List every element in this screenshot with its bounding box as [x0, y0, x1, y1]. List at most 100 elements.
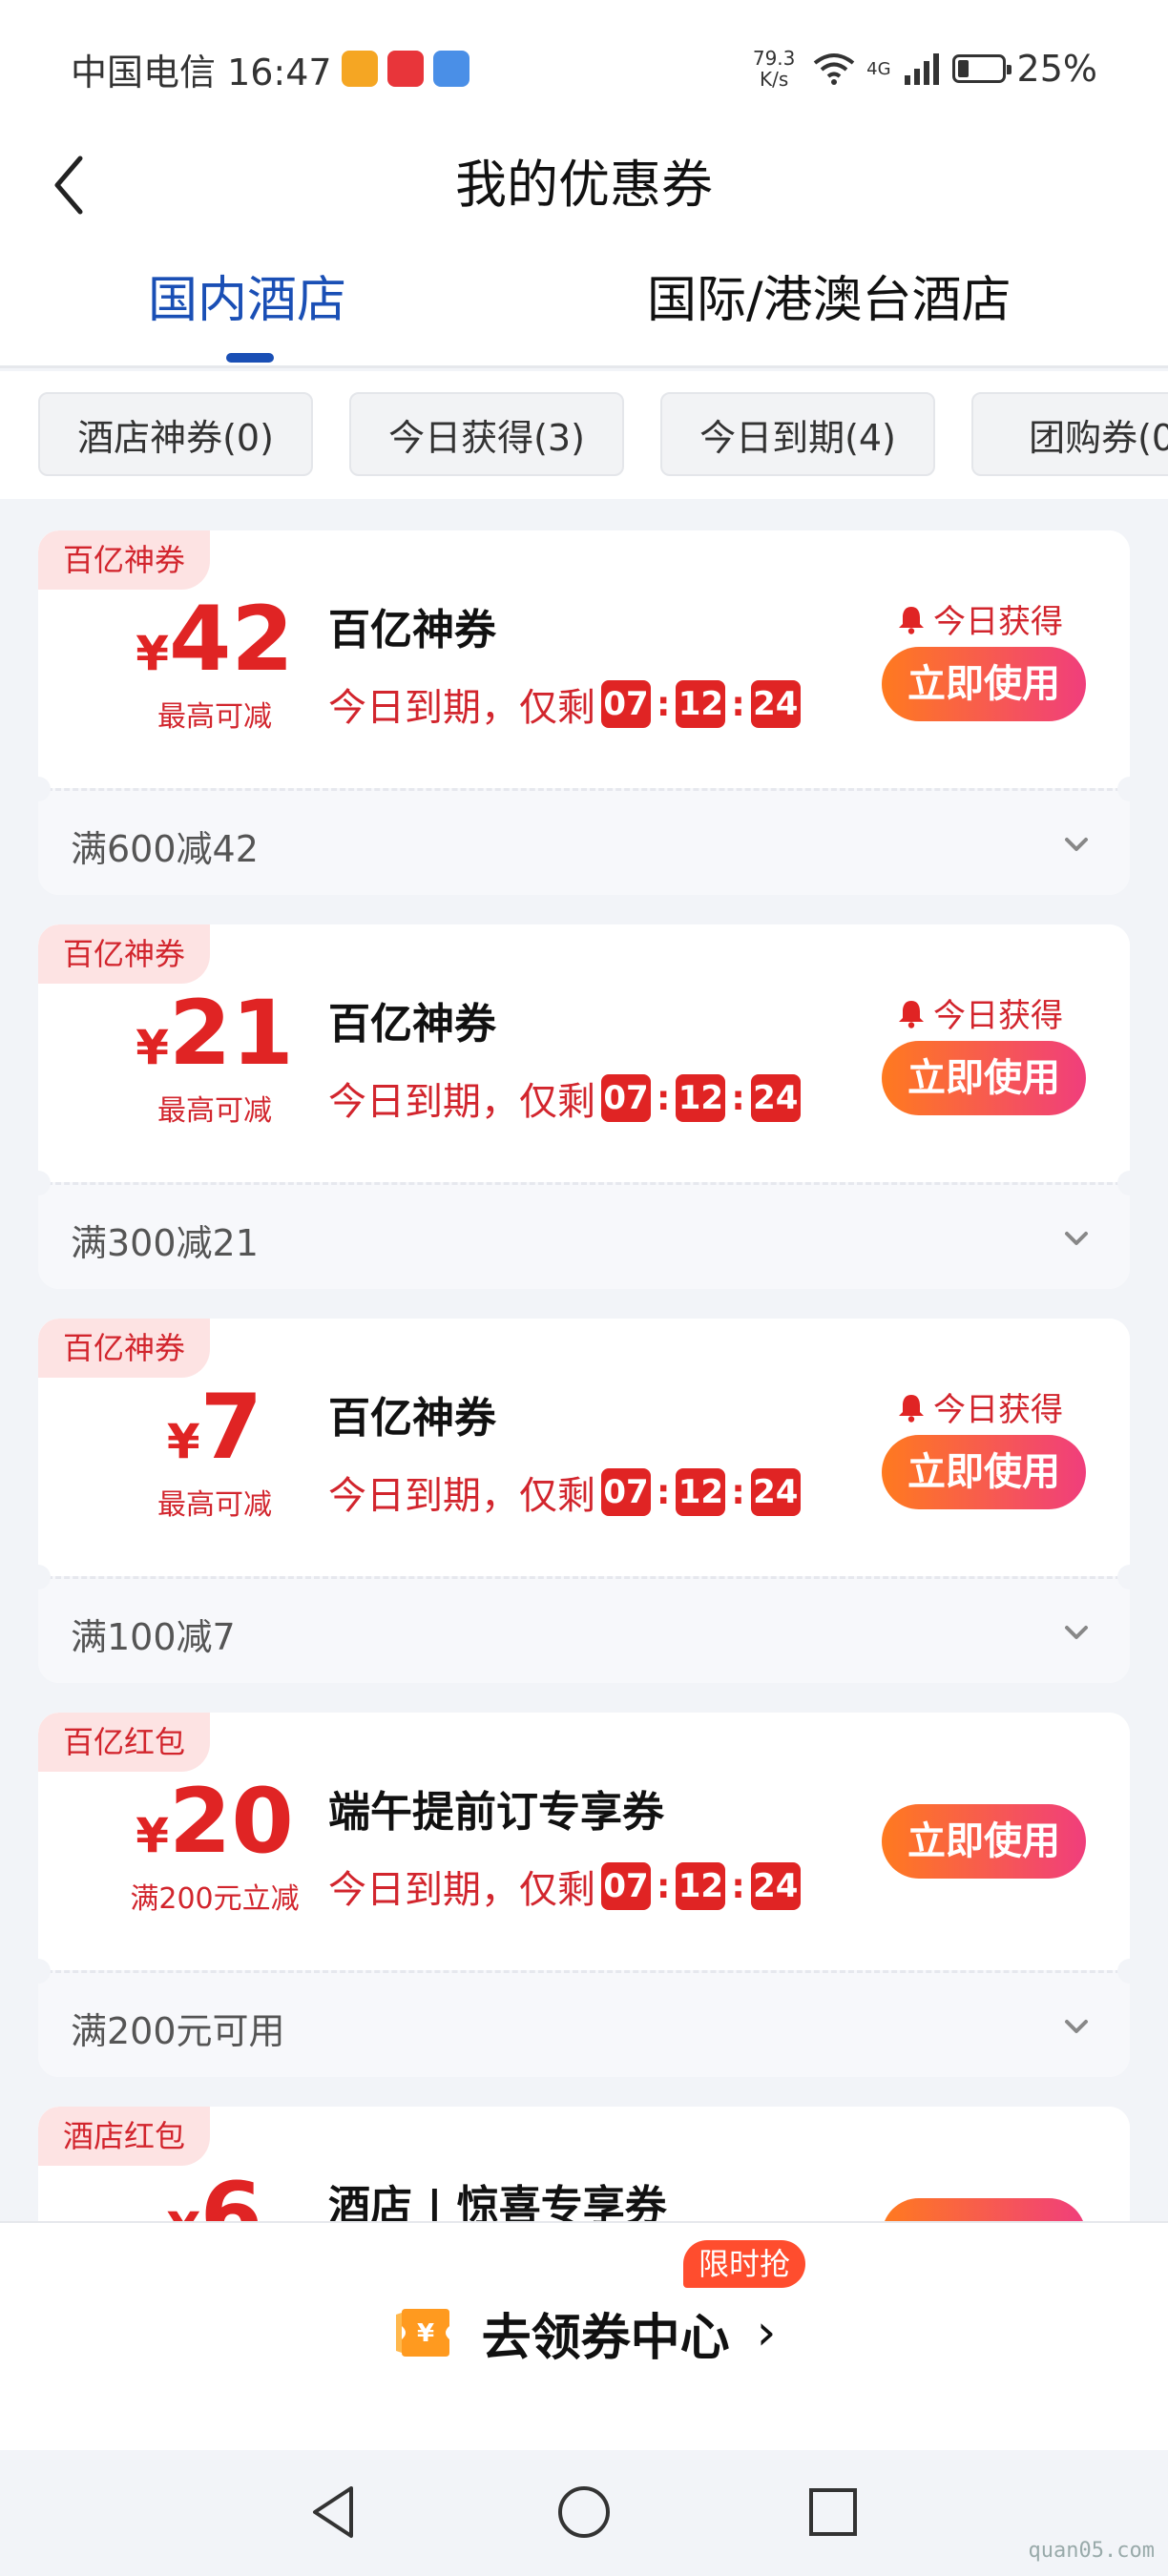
coupon-title: 端午提前订专享券 — [328, 1788, 664, 1837]
coupon-amount: ¥21 — [76, 982, 353, 1087]
net-speed-unit: K/s — [759, 68, 789, 91]
coupon-tag: 百亿神券 — [38, 924, 211, 984]
countdown-separator: : — [731, 1472, 745, 1512]
status-right: 79.3 K/s 4G 25% — [746, 42, 1097, 95]
weibo-app-icon — [341, 51, 378, 87]
signal-label: 4G — [866, 58, 891, 79]
amount-value: 21 — [168, 982, 294, 1086]
use-now-button[interactable]: 立即使用 — [882, 1804, 1086, 1879]
system-navigation-bar: quan05.com — [0, 2450, 1168, 2576]
countdown-seconds: 24 — [750, 1468, 801, 1516]
active-tab-indicator — [226, 353, 274, 363]
coupon-condition: 满100减7 — [71, 1616, 236, 1658]
countdown-minutes: 12 — [676, 1862, 726, 1910]
amount-note: 最高可减 — [157, 1094, 272, 1128]
currency-symbol: ¥ — [136, 1020, 169, 1075]
coupon-title: 百亿神券 — [328, 606, 496, 654]
chevron-down-icon — [1065, 2020, 1088, 2033]
tab-international-hotels[interactable]: 国际/港澳台酒店 — [647, 267, 1012, 334]
header: 我的优惠券 — [0, 134, 1168, 239]
battery-icon — [951, 54, 1012, 83]
nav-home-icon[interactable] — [553, 2481, 615, 2544]
expiry-text: 今日到期，仅剩 — [328, 1474, 595, 1518]
coupon-card-main: 百亿红包 ¥20 满200元立减 端午提前订专享券 今日到期，仅剩 07 : 1… — [38, 1713, 1130, 1970]
filter-chip-hotel-coupon[interactable]: 酒店神券(0) — [38, 392, 313, 476]
watermark: quan05.com — [1028, 2539, 1155, 2563]
countdown-seconds: 24 — [750, 1074, 801, 1122]
countdown-separator: : — [657, 1866, 671, 1906]
coupon-tag: 百亿神券 — [38, 1319, 211, 1378]
coupon-amount: ¥42 — [76, 588, 353, 693]
bell-icon — [899, 606, 924, 634]
wifi-icon — [813, 53, 855, 85]
coupon-card: 百亿神券 ¥42 最高可减 百亿神券 今日到期，仅剩 07 : 12 : 24 … — [38, 530, 1130, 895]
bell-icon — [899, 1000, 924, 1028]
status-left: 中国电信 16:47 — [71, 42, 469, 95]
coupon-condition: 满600减42 — [71, 828, 259, 870]
chevron-down-icon — [1065, 1626, 1088, 1639]
nav-back-icon[interactable] — [303, 2481, 366, 2544]
use-now-button[interactable]: 立即使用 — [882, 1041, 1086, 1115]
coupon-condition-row[interactable]: 满300减21 — [38, 1182, 1130, 1289]
coupon-tag: 百亿神券 — [38, 530, 211, 590]
coupon-card: 百亿神券 ¥7 最高可减 百亿神券 今日到期，仅剩 07 : 12 : 24 今… — [38, 1319, 1130, 1683]
tab-domestic-hotels[interactable]: 国内酒店 — [148, 267, 346, 334]
currency-symbol: ¥ — [136, 626, 169, 681]
countdown-hours: 07 — [601, 680, 651, 728]
countdown-minutes: 12 — [676, 1468, 726, 1516]
weather-app-icon — [432, 51, 469, 87]
coupon-card-main: 百亿神券 ¥7 最高可减 百亿神券 今日到期，仅剩 07 : 12 : 24 今… — [38, 1319, 1130, 1576]
today-obtained-label: 今日获得 — [933, 603, 1063, 641]
coupon-center-link[interactable]: ¥ 去领券中心 › — [0, 2280, 1168, 2385]
currency-symbol: ¥ — [166, 1414, 200, 1469]
coupon-card: 百亿红包 ¥20 满200元立减 端午提前订专享券 今日到期，仅剩 07 : 1… — [38, 1713, 1130, 2077]
nav-recents-icon[interactable] — [802, 2481, 865, 2544]
expiry-text: 今日到期，仅剩 — [328, 686, 595, 730]
use-now-button[interactable]: 立即使用 — [882, 1435, 1086, 1509]
countdown-separator: : — [657, 1078, 671, 1118]
chevron-right-icon: › — [756, 2304, 777, 2361]
countdown-minutes: 12 — [676, 1074, 726, 1122]
coupon-title: 百亿神券 — [328, 1000, 496, 1049]
amount-value: 7 — [199, 1376, 263, 1480]
use-now-button[interactable]: 立即使用 — [882, 647, 1086, 721]
coupon-amount: ¥7 — [76, 1376, 353, 1481]
chevron-down-icon — [1065, 838, 1088, 851]
expiry-text: 今日到期，仅剩 — [328, 1868, 595, 1912]
countdown-separator: : — [731, 1866, 745, 1906]
network-speed: 79.3 K/s — [746, 48, 802, 90]
coupon-condition-row[interactable]: 满100减7 — [38, 1576, 1130, 1683]
svg-text:¥: ¥ — [417, 2319, 434, 2348]
expiry-countdown: 今日到期，仅剩 07 : 12 : 24 — [328, 1859, 801, 1913]
countdown-separator: : — [657, 684, 671, 724]
amount-value: 20 — [168, 1770, 294, 1874]
coupon-filter-bar: 酒店神券(0) 今日获得(3) 今日到期(4) 团购券(0) — [0, 371, 1168, 499]
signal-icon — [904, 53, 939, 85]
coupon-card-main: 百亿神券 ¥21 最高可减 百亿神券 今日到期，仅剩 07 : 12 : 24 … — [38, 924, 1130, 1182]
today-obtained-badge: 今日获得 — [897, 989, 1063, 1036]
bell-icon — [899, 1394, 924, 1423]
filter-chip-obtained-today[interactable]: 今日获得(3) — [349, 392, 624, 476]
coupon-amount: ¥20 — [76, 1770, 353, 1875]
today-obtained-badge: 今日获得 — [897, 1383, 1063, 1430]
filter-chip-expiring-today[interactable]: 今日到期(4) — [660, 392, 935, 476]
carrier-time: 中国电信 16:47 — [71, 51, 332, 93]
net-speed-value: 79.3 — [752, 47, 796, 70]
coupon-tag: 百亿红包 — [38, 1713, 211, 1772]
countdown-minutes: 12 — [676, 680, 726, 728]
coupon-card-main: 百亿神券 ¥42 最高可减 百亿神券 今日到期，仅剩 07 : 12 : 24 … — [38, 530, 1130, 788]
coupon-condition-row[interactable]: 满600减42 — [38, 788, 1130, 895]
flash-sale-badge: 限时抢 — [683, 2240, 806, 2288]
countdown-hours: 07 — [601, 1862, 651, 1910]
filter-chip-group-buy[interactable]: 团购券(0) — [971, 392, 1168, 476]
coupon-center-bar: ¥ 去领券中心 › 限时抢 — [0, 2221, 1168, 2450]
amount-note: 最高可减 — [157, 1488, 272, 1522]
coupon-condition-row[interactable]: 满200元可用 — [38, 1970, 1130, 2077]
today-obtained-label: 今日获得 — [933, 997, 1063, 1035]
amount-value: 42 — [168, 588, 294, 692]
page-title: 我的优惠券 — [455, 155, 713, 215]
coupon-condition: 满300减21 — [71, 1222, 259, 1264]
countdown-hours: 07 — [601, 1468, 651, 1516]
battery-percent: 25% — [1016, 48, 1097, 90]
today-obtained-badge: 今日获得 — [897, 595, 1063, 642]
